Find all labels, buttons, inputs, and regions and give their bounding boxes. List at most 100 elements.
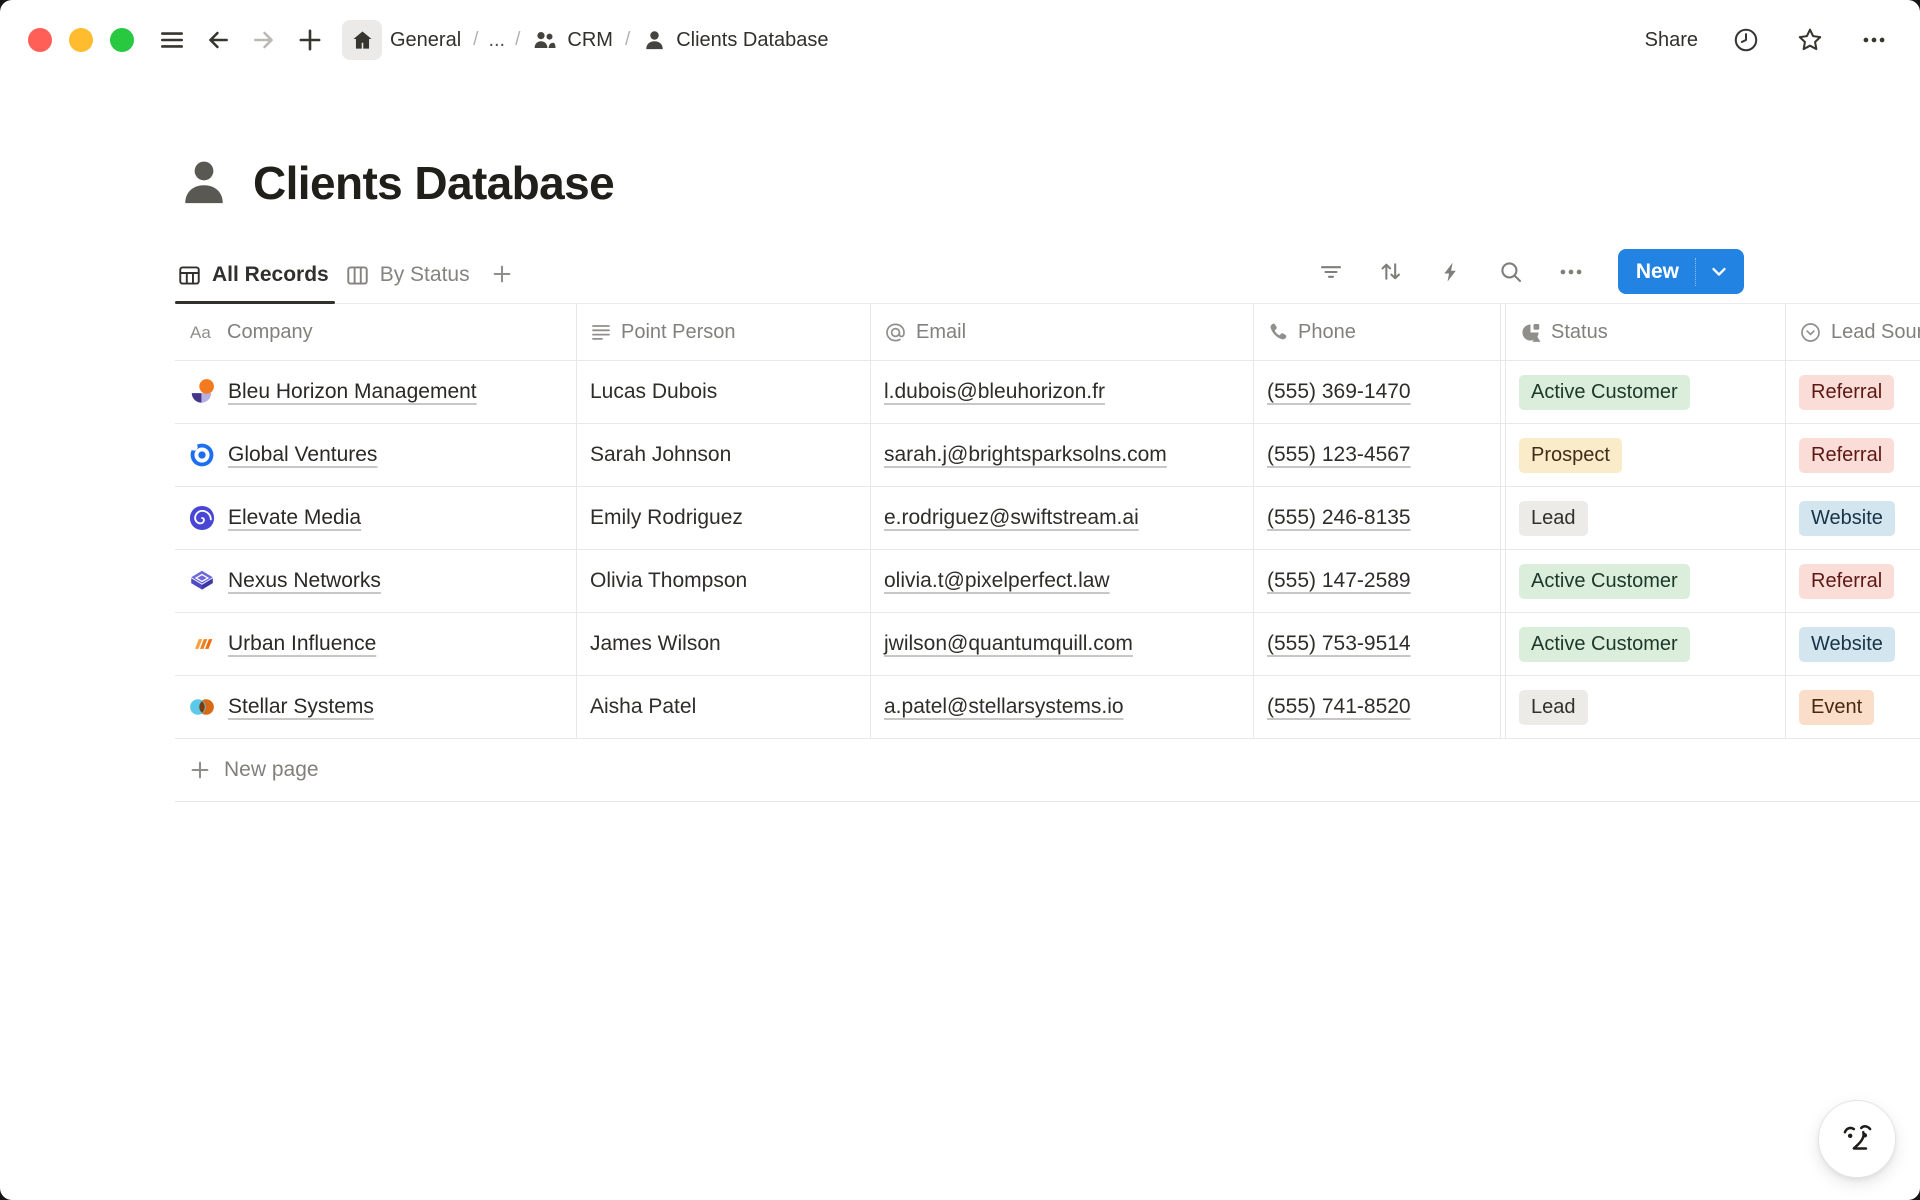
status-cell[interactable]: Prospect — [1506, 424, 1786, 486]
email-cell[interactable]: l.dubois@bleuhorizon.fr — [871, 361, 1254, 423]
breadcrumb-separator: / — [507, 29, 528, 51]
search-icon[interactable] — [1494, 255, 1528, 289]
filter-icon[interactable] — [1314, 255, 1348, 289]
email-link: olivia.t@pixelperfect.law — [884, 569, 1110, 593]
zoom-window-button[interactable] — [110, 28, 134, 52]
email-cell[interactable]: e.rodriguez@swiftstream.ai — [871, 487, 1254, 549]
status-badge: Active Customer — [1519, 375, 1690, 410]
new-tab-plus-icon[interactable] — [294, 24, 326, 56]
breadcrumb-clients-database[interactable]: Clients Database — [638, 24, 832, 57]
status-shapes-icon — [1519, 321, 1542, 344]
email-cell[interactable]: jwilson@quantumquill.com — [871, 613, 1254, 675]
point-person-cell[interactable]: Emily Rodriguez — [577, 487, 871, 549]
lead-source-cell[interactable]: Referral — [1786, 424, 1920, 486]
breadcrumb-general[interactable]: General — [386, 25, 465, 56]
email-cell[interactable]: a.patel@stellarsystems.io — [871, 676, 1254, 738]
breadcrumb-crm[interactable]: CRM — [528, 23, 617, 57]
phone-cell[interactable]: (555) 369-1470 — [1254, 361, 1501, 423]
company-link[interactable]: Nexus Networks — [228, 569, 381, 593]
email-cell[interactable]: olivia.t@pixelperfect.law — [871, 550, 1254, 612]
company-link[interactable]: Elevate Media — [228, 506, 361, 530]
breadcrumb-separator: / — [617, 29, 638, 51]
tab-by-status[interactable]: By Status — [343, 263, 476, 304]
company-link[interactable]: Urban Influence — [228, 632, 376, 656]
home-icon[interactable] — [342, 20, 382, 60]
share-button[interactable]: Share — [1645, 29, 1698, 52]
tab-all-records[interactable]: All Records — [175, 263, 335, 304]
company-cell[interactable]: Stellar Systems — [175, 676, 577, 738]
phone-cell[interactable]: (555) 123-4567 — [1254, 424, 1501, 486]
company-cell[interactable]: Urban Influence — [175, 613, 577, 675]
company-link[interactable]: Bleu Horizon Management — [228, 380, 477, 404]
email-cell[interactable]: sarah.j@brightsparksolns.com — [871, 424, 1254, 486]
select-circle-icon — [1799, 321, 1822, 344]
notion-ai-face-icon — [1836, 1118, 1878, 1160]
status-cell[interactable]: Lead — [1506, 676, 1786, 738]
email-link: sarah.j@brightsparksolns.com — [884, 443, 1167, 467]
elevate-media-logo — [188, 504, 216, 532]
minimize-window-button[interactable] — [69, 28, 93, 52]
phone-cell[interactable]: (555) 741-8520 — [1254, 676, 1501, 738]
lead-source-cell[interactable]: Website — [1786, 613, 1920, 675]
status-badge: Active Customer — [1519, 627, 1690, 662]
person-icon — [642, 28, 667, 53]
app-window: General / ... / CRM / Clients Database S… — [0, 0, 1920, 1200]
point-person-cell[interactable]: Sarah Johnson — [577, 424, 871, 486]
company-link[interactable]: Global Ventures — [228, 443, 377, 467]
close-window-button[interactable] — [28, 28, 52, 52]
page-title-person-icon[interactable] — [175, 154, 233, 212]
point-person-cell[interactable]: James Wilson — [577, 613, 871, 675]
company-cell[interactable]: Global Ventures — [175, 424, 577, 486]
point-person-cell[interactable]: Olivia Thompson — [577, 550, 871, 612]
page-title[interactable]: Clients Database — [253, 156, 614, 210]
back-arrow-icon[interactable] — [202, 24, 234, 56]
column-header-company[interactable]: Aa Company — [175, 304, 577, 360]
automation-bolt-icon[interactable] — [1434, 255, 1468, 289]
status-cell[interactable]: Lead — [1506, 487, 1786, 549]
column-header-email[interactable]: Email — [871, 304, 1254, 360]
status-badge: Lead — [1519, 690, 1588, 725]
phone-cell[interactable]: (555) 246-8135 — [1254, 487, 1501, 549]
lead-source-cell[interactable]: Referral — [1786, 550, 1920, 612]
forward-arrow-icon[interactable] — [248, 24, 280, 56]
column-header-status[interactable]: Status — [1506, 304, 1786, 360]
sort-icon[interactable] — [1374, 255, 1408, 289]
company-cell[interactable]: Elevate Media — [175, 487, 577, 549]
lead-source-cell[interactable]: Event — [1786, 676, 1920, 738]
people-icon — [532, 27, 558, 53]
bleu-horizon-logo — [188, 378, 216, 406]
new-record-button[interactable]: New — [1618, 249, 1744, 294]
company-cell[interactable]: Bleu Horizon Management — [175, 361, 577, 423]
point-person-cell[interactable]: Aisha Patel — [577, 676, 871, 738]
star-icon[interactable] — [1794, 24, 1826, 56]
status-cell[interactable]: Active Customer — [1506, 361, 1786, 423]
window-controls — [28, 28, 134, 52]
add-view-button[interactable] — [484, 262, 518, 304]
breadcrumb-ellipsis[interactable]: ... — [486, 29, 507, 52]
company-link[interactable]: Stellar Systems — [228, 695, 374, 719]
aa-text-icon: Aa — [188, 321, 218, 343]
menu-icon[interactable] — [156, 24, 188, 56]
point-person-cell[interactable]: Lucas Dubois — [577, 361, 871, 423]
email-link: e.rodriguez@swiftstream.ai — [884, 506, 1139, 530]
phone-cell[interactable]: (555) 147-2589 — [1254, 550, 1501, 612]
column-header-phone[interactable]: Phone — [1254, 304, 1501, 360]
status-cell[interactable]: Active Customer — [1506, 613, 1786, 675]
view-options-ellipsis-icon[interactable] — [1554, 255, 1588, 289]
ellipsis-icon[interactable] — [1858, 24, 1890, 56]
table-row: Nexus Networks Olivia Thompson olivia.t@… — [175, 550, 1920, 613]
new-page-row[interactable]: New page — [175, 739, 1920, 802]
column-header-lead-source[interactable]: Lead Source — [1786, 304, 1920, 360]
notion-ai-button[interactable] — [1818, 1100, 1896, 1178]
phone-cell[interactable]: (555) 753-9514 — [1254, 613, 1501, 675]
table-row: Global Ventures Sarah Johnson sarah.j@br… — [175, 424, 1920, 487]
clock-icon[interactable] — [1730, 24, 1762, 56]
lead-source-cell[interactable]: Website — [1786, 487, 1920, 549]
status-cell[interactable]: Active Customer — [1506, 550, 1786, 612]
company-cell[interactable]: Nexus Networks — [175, 550, 577, 612]
table-view-icon — [177, 263, 202, 288]
lead-source-cell[interactable]: Referral — [1786, 361, 1920, 423]
chevron-down-icon[interactable] — [1696, 261, 1744, 283]
table-body: Bleu Horizon Management Lucas Dubois l.d… — [175, 361, 1920, 739]
column-header-point-person[interactable]: Point Person — [577, 304, 871, 360]
